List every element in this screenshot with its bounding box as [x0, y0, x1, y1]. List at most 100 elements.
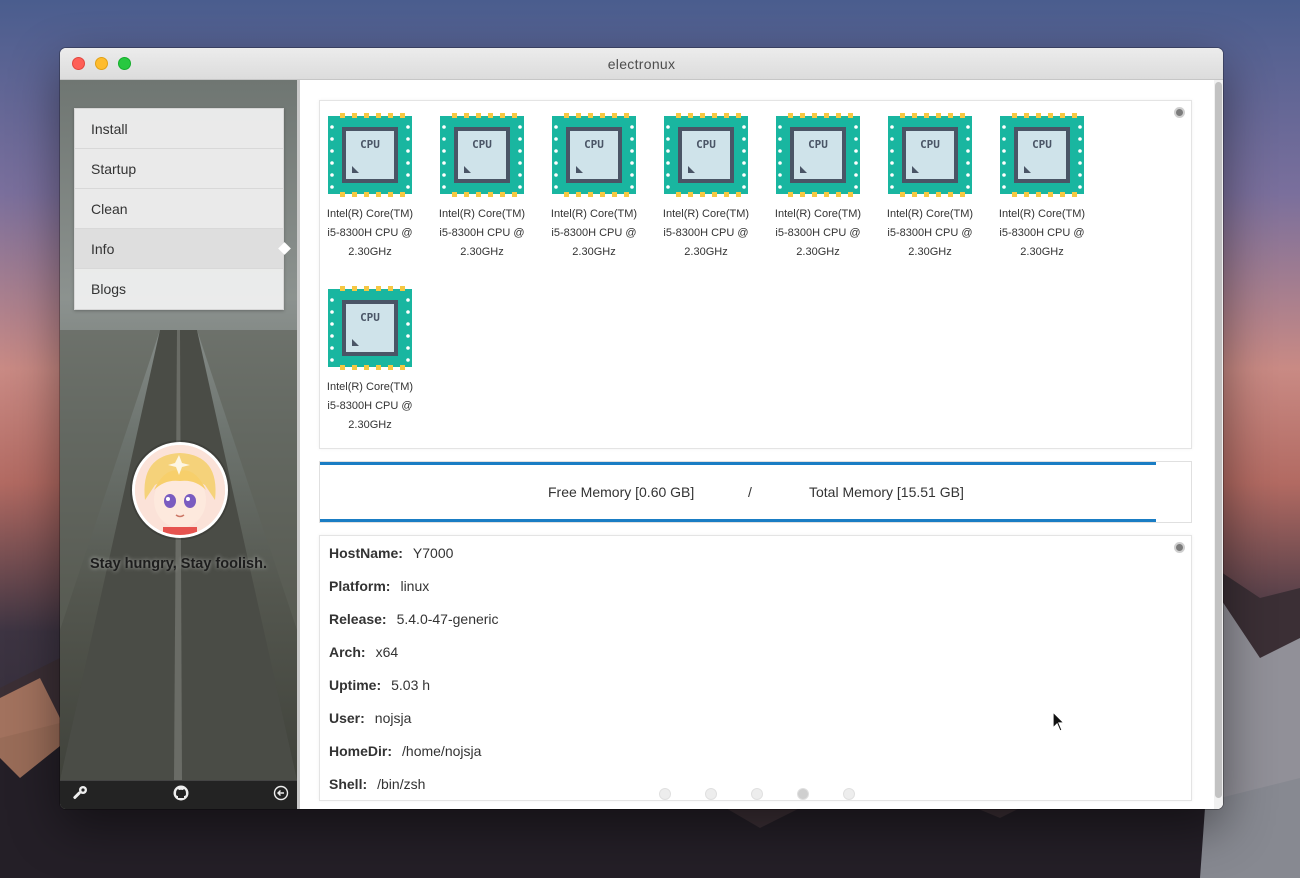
cpu-icon: CPU [888, 113, 972, 197]
wrench-icon[interactable] [72, 785, 88, 806]
cpu-label-line: Intel(R) Core(TM) [326, 381, 414, 393]
info-value: linux [400, 578, 430, 594]
cpu-icon-text: CPU [920, 138, 940, 151]
info-key: Uptime: [329, 677, 382, 693]
scrollbar-thumb[interactable] [1215, 82, 1222, 798]
cpu-item: CPU Intel(R) Core(TM) i5-8300H CPU @ 2.3… [426, 113, 538, 262]
cpu-icon: CPU [328, 286, 412, 370]
cpu-icon: CPU [552, 113, 636, 197]
page-dot[interactable] [797, 788, 809, 800]
cpu-label-line: i5-8300H CPU @ [663, 227, 749, 239]
sidebar-item-install[interactable]: Install [75, 109, 283, 149]
cpu-item: CPU Intel(R) Core(TM) i5-8300H CPU @ 2.3… [538, 113, 650, 262]
info-value: 5.03 h [391, 677, 431, 693]
cpu-label: Intel(R) Core(TM) i5-8300H CPU @ 2.30GHz [874, 205, 986, 262]
cpu-icon: CPU [440, 113, 524, 197]
cpu-item: CPU Intel(R) Core(TM) i5-8300H CPU @ 2.3… [762, 113, 874, 262]
cpu-icon-text: CPU [472, 138, 492, 151]
cpu-label-line: i5-8300H CPU @ [999, 227, 1085, 239]
page-dot[interactable] [751, 788, 763, 800]
cpu-icon-text: CPU [808, 138, 828, 151]
cpu-item: CPU Intel(R) Core(TM) i5-8300H CPU @ 2.3… [986, 113, 1098, 262]
info-row: HostName: Y7000 [329, 545, 453, 561]
page-dot[interactable] [843, 788, 855, 800]
cpu-label: Intel(R) Core(TM) i5-8300H CPU @ 2.30GHz [986, 205, 1098, 262]
sidebar-item-info[interactable]: Info [75, 229, 283, 269]
system-info-panel: HostName: Y7000 Platform: linux Release: 5.4.… [319, 535, 1192, 801]
cpu-label: Intel(R) Core(TM) i5-8300H CPU @ 2.30GHz [314, 205, 426, 262]
cpu-label: Intel(R) Core(TM) i5-8300H CPU @ 2.30GHz [650, 205, 762, 262]
info-value: nojsja [374, 710, 412, 726]
info-value: 5.4.0-47-generic [396, 611, 499, 627]
cpu-panel: CPU Intel(R) Core(TM) i5-8300H CPU @ 2.3… [319, 100, 1192, 449]
cpu-icon-text: CPU [360, 138, 380, 151]
logout-icon[interactable] [273, 785, 289, 806]
cpu-label-line: Intel(R) Core(TM) [886, 208, 974, 220]
cpu-label-line: 2.30GHz [908, 246, 952, 258]
cpu-label-line: 2.30GHz [572, 246, 616, 258]
info-key: Shell: [329, 776, 368, 792]
total-memory-text: Total Memory [15.51 GB] [809, 484, 964, 500]
cpu-label-line: 2.30GHz [684, 246, 728, 258]
info-key: HomeDir: [329, 743, 393, 759]
cpu-item: CPU Intel(R) Core(TM) i5-8300H CPU @ 2.3… [314, 113, 426, 262]
cpu-label-line: 2.30GHz [460, 246, 504, 258]
info-row: Platform: linux [329, 578, 429, 594]
info-row: Release: 5.4.0-47-generic [329, 611, 499, 627]
info-value: /bin/zsh [377, 776, 426, 792]
free-memory-text: Free Memory [0.60 GB] [548, 484, 695, 500]
cpu-icon-text: CPU [360, 311, 380, 324]
cpu-label-line: Intel(R) Core(TM) [326, 208, 414, 220]
info-row: Shell: /bin/zsh [329, 776, 425, 792]
maximize-window-button[interactable] [118, 57, 131, 70]
cpu-label: Intel(R) Core(TM) i5-8300H CPU @ 2.30GHz [762, 205, 874, 262]
cpu-item: CPU Intel(R) Core(TM) i5-8300H CPU @ 2.3… [650, 113, 762, 262]
sidebar: Install Startup Clean Info Blogs Stay hu… [60, 80, 297, 809]
sidebar-item-blogs[interactable]: Blogs [75, 269, 283, 309]
sidebar-item-clean[interactable]: Clean [75, 189, 283, 229]
info-key: Release: [329, 611, 387, 627]
info-value: /home/nojsja [402, 743, 482, 759]
cpu-label-line: Intel(R) Core(TM) [998, 208, 1086, 220]
cpu-item: CPU Intel(R) Core(TM) i5-8300H CPU @ 2.3… [314, 286, 426, 435]
window-controls [72, 57, 131, 70]
cpu-label-line: 2.30GHz [348, 419, 392, 431]
scrollbar[interactable] [1214, 80, 1223, 809]
info-value: x64 [375, 644, 399, 660]
cpu-label-line: Intel(R) Core(TM) [774, 208, 862, 220]
page-indicator [659, 788, 855, 800]
sidebar-bottom-bar [60, 780, 297, 809]
cpu-label-line: Intel(R) Core(TM) [550, 208, 638, 220]
cpu-icon-text: CPU [696, 138, 716, 151]
close-window-button[interactable] [72, 57, 85, 70]
avatar [132, 442, 228, 538]
page-dot[interactable] [705, 788, 717, 800]
panel-toggle-dot[interactable] [1174, 542, 1185, 553]
info-key: Platform: [329, 578, 391, 594]
cpu-label-line: Intel(R) Core(TM) [662, 208, 750, 220]
sidebar-background-road [60, 330, 297, 780]
sidebar-item-startup[interactable]: Startup [75, 149, 283, 189]
cpu-icon: CPU [1000, 113, 1084, 197]
cpu-item: CPU Intel(R) Core(TM) i5-8300H CPU @ 2.3… [874, 113, 986, 262]
motto-text: Stay hungry, Stay foolish. [90, 556, 267, 572]
cpu-label-line: i5-8300H CPU @ [439, 227, 525, 239]
mouse-cursor-icon [1052, 711, 1066, 732]
cpu-label-line: i5-8300H CPU @ [887, 227, 973, 239]
sidebar-menu: Install Startup Clean Info Blogs [74, 108, 284, 310]
info-key: HostName: [329, 545, 403, 561]
panel-toggle-dot[interactable] [1174, 107, 1185, 118]
info-row: Arch: x64 [329, 644, 398, 660]
cpu-icon: CPU [328, 113, 412, 197]
cpu-label-line: 2.30GHz [348, 246, 392, 258]
github-icon[interactable] [173, 785, 189, 806]
cpu-label-line: i5-8300H CPU @ [327, 400, 413, 412]
cpu-icon-text: CPU [584, 138, 604, 151]
cpu-label-line: 2.30GHz [1020, 246, 1064, 258]
info-key: Arch: [329, 644, 366, 660]
info-value: Y7000 [412, 545, 454, 561]
memory-separator: / [748, 484, 752, 500]
cpu-label: Intel(R) Core(TM) i5-8300H CPU @ 2.30GHz [538, 205, 650, 262]
minimize-window-button[interactable] [95, 57, 108, 70]
page-dot[interactable] [659, 788, 671, 800]
